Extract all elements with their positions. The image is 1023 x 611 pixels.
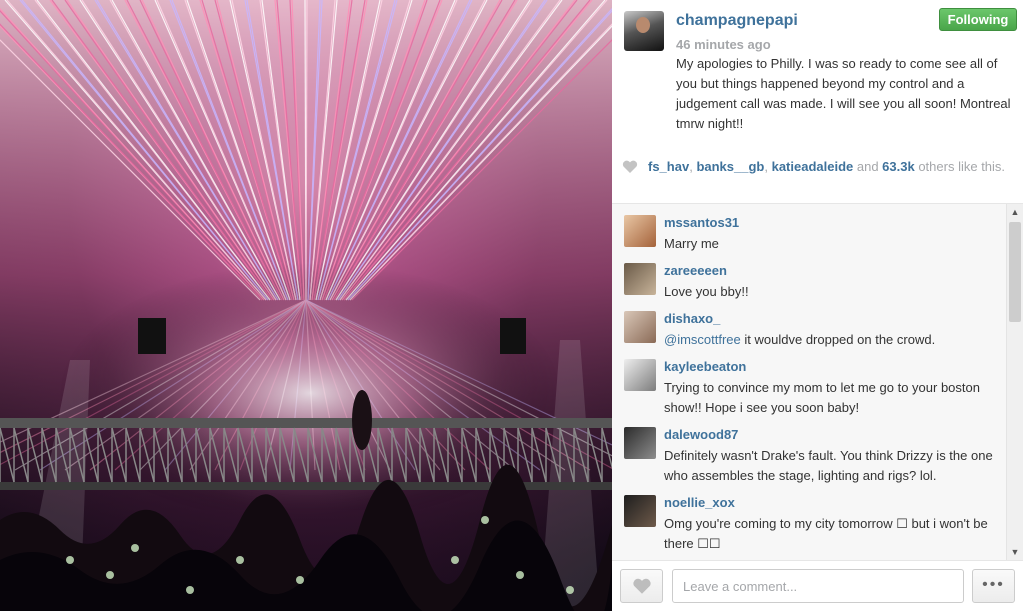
comment-text: Love you bby!! xyxy=(664,284,749,299)
more-options-button[interactable]: ••• xyxy=(972,569,1015,603)
scroll-thumb[interactable] xyxy=(1009,222,1021,322)
comments-list[interactable]: mssantos31 Marry me zareeeeen Love you b… xyxy=(612,204,1023,560)
like-user-link[interactable]: banks__gb xyxy=(696,159,764,174)
comments-scrollbar[interactable]: ▲ ▼ xyxy=(1006,204,1023,560)
comment-username[interactable]: noellie_xox xyxy=(664,495,735,510)
comment-body: it wouldve dropped on the crowd. xyxy=(740,332,936,347)
post-timestamp: 46 minutes ago xyxy=(676,37,771,52)
comment-text: Definitely wasn't Drake's fault. You thi… xyxy=(664,448,993,483)
comment-input[interactable] xyxy=(672,569,964,603)
likes-count[interactable]: 63.3k xyxy=(882,159,915,174)
comment-username[interactable]: mssantos31 xyxy=(664,215,739,230)
like-user-link[interactable]: katieadaleide xyxy=(772,159,854,174)
post-header: champagnepapi 46 minutes ago My apologie… xyxy=(612,0,1023,148)
comment-mention[interactable]: @imscottfree xyxy=(664,332,741,347)
comment-avatar[interactable] xyxy=(624,495,656,527)
comment-username[interactable]: dalewood87 xyxy=(664,427,738,442)
comment-username[interactable]: zareeeeen xyxy=(664,263,727,278)
like-user-link[interactable]: fs_hav xyxy=(648,159,689,174)
likes-separator: , xyxy=(764,159,772,174)
concert-photo xyxy=(0,0,612,611)
post-caption: My apologies to Philly. I was so ready t… xyxy=(676,56,1011,131)
post-photo[interactable] xyxy=(0,0,612,611)
avatar[interactable] xyxy=(624,11,664,51)
scroll-down-arrow[interactable]: ▼ xyxy=(1007,544,1023,560)
comment-text: @imscottfree it wouldve dropped on the c… xyxy=(664,330,1004,350)
post-details-panel: champagnepapi 46 minutes ago My apologie… xyxy=(612,0,1023,611)
comment-avatar[interactable] xyxy=(624,359,656,391)
comment-text: Marry me xyxy=(664,236,719,251)
like-button[interactable] xyxy=(620,569,663,603)
scroll-up-arrow[interactable]: ▲ xyxy=(1007,204,1023,220)
comment-username[interactable]: kayleebeaton xyxy=(664,359,746,374)
comment-username[interactable]: dishaxo_ xyxy=(664,311,720,326)
likes-and: and xyxy=(853,159,883,174)
likes-suffix: others like this. xyxy=(914,159,1006,174)
comment-text: Omg you're coming to my city tomorrow ☐ … xyxy=(664,516,988,551)
following-button[interactable]: Following xyxy=(939,8,1017,31)
post-username[interactable]: champagnepapi xyxy=(676,12,798,30)
comment-footer: ••• xyxy=(612,560,1023,611)
heart-icon xyxy=(633,578,651,594)
comment-avatar[interactable] xyxy=(624,427,656,459)
comment-avatar[interactable] xyxy=(624,215,656,247)
comment-avatar[interactable] xyxy=(624,311,656,343)
comment-avatar[interactable] xyxy=(624,263,656,295)
likes-summary: fs_hav, banks__gb, katieadaleide and 63.… xyxy=(612,148,1023,204)
likes-text: fs_hav, banks__gb, katieadaleide and 63.… xyxy=(648,159,1008,175)
comment-text: Trying to convince my mom to let me go t… xyxy=(664,380,980,415)
heart-icon xyxy=(622,160,638,173)
